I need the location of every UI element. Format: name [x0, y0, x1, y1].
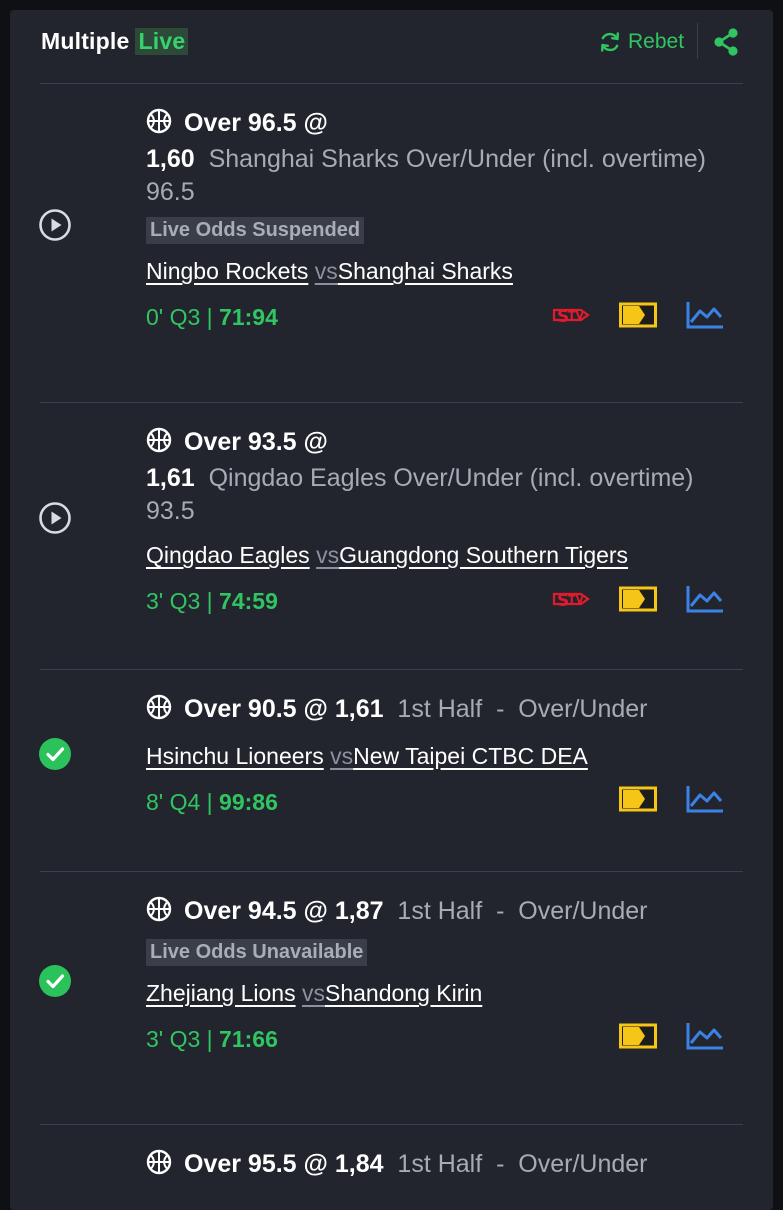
share-button[interactable] [712, 27, 740, 57]
vs-label: vs [316, 542, 340, 568]
market-name: 1st Half - Over/Under [397, 1150, 648, 1178]
market-name: 1st Half - Over/Under [397, 695, 648, 723]
match-clock: 8' Q4 | 99:86 [146, 789, 278, 815]
bet-leg: Over 95.5 @ 1,84 1st Half - Over/Under [10, 1125, 773, 1210]
bet-leg-content: Over 90.5 @ 1,61 1st Half - Over/Under H… [146, 693, 746, 821]
selection-line: Over 95.5 @ 1,84 1st Half - Over/Under [146, 1148, 746, 1184]
bet-leg: Over 96.5 @ 1,60 Shanghai Sharks Over/Un… [10, 84, 773, 402]
live-score-row: 3' Q3 | 71:66 [146, 1022, 746, 1058]
rebet-label: Rebet [628, 30, 685, 53]
match-teams: Qingdao Eagles vsGuangdong Southern Tige… [146, 542, 746, 574]
match-actions [591, 1022, 725, 1055]
live-score: 74:59 [219, 588, 278, 614]
game-time: 0' Q3 [146, 304, 201, 330]
play-icon[interactable] [38, 208, 72, 242]
odds: 1,61 [146, 464, 195, 492]
away-team-link[interactable]: Shandong Kirin [325, 980, 482, 1006]
selection-line: Over 93.5 @ 1,61 Qingdao Eagles Over/Und… [146, 426, 746, 528]
selection: Over 94.5 @ 1,87 [184, 897, 384, 925]
match-clock: 0' Q3 | 71:94 [146, 304, 278, 330]
odds: 1,60 [146, 145, 195, 173]
stats-chart-icon[interactable] [685, 1022, 725, 1055]
scoreboard-icon[interactable] [619, 586, 657, 617]
selection-line: Over 90.5 @ 1,61 1st Half - Over/Under [146, 693, 746, 729]
market-name: Shanghai Sharks Over/Under (incl. overti… [146, 145, 707, 206]
bet-leg-content: Over 93.5 @ 1,61 Qingdao Eagles Over/Und… [146, 426, 746, 620]
selection: Over 96.5 @ [184, 109, 328, 137]
won-check-icon [38, 737, 72, 771]
game-time: 8' Q4 [146, 789, 201, 815]
away-team-link[interactable]: New Taipei CTBC DEA [353, 743, 588, 769]
odds-status-badge: Live Odds Unavailable [146, 939, 368, 966]
away-team-link[interactable]: Guangdong Southern Tigers [339, 542, 628, 568]
basketball-icon [146, 108, 172, 143]
scoreboard-icon[interactable] [619, 302, 657, 333]
game-time: 3' Q3 [146, 588, 201, 614]
bet-slip-card: Multiple Live Rebet Over 96.5 @ 1,60 Sha… [10, 10, 773, 1210]
bet-leg: Over 94.5 @ 1,87 1st Half - Over/Under L… [10, 872, 773, 1124]
selection-line: Over 94.5 @ 1,87 1st Half - Over/Under [146, 895, 746, 931]
selection: Over 93.5 @ [184, 428, 328, 456]
page: Multiple Live Rebet Over 96.5 @ 1,60 Sha… [0, 0, 783, 1210]
bet-leg: Over 93.5 @ 1,61 Qingdao Eagles Over/Und… [10, 403, 773, 669]
odds-status-badge: Live Odds Suspended [146, 217, 365, 244]
streaming-tv-icon[interactable]: S TV [551, 584, 591, 619]
market-name: Qingdao Eagles Over/Under (incl. overtim… [146, 464, 694, 525]
svg-text:TV: TV [568, 593, 585, 606]
bet-type-title: Multiple Live [41, 28, 189, 55]
home-team-link[interactable]: Zhejiang Lions [146, 980, 296, 1006]
bet-type-label: Multiple [41, 28, 130, 54]
away-team-link[interactable]: Shanghai Sharks [338, 258, 513, 284]
stats-chart-icon[interactable] [685, 585, 725, 618]
rebet-button[interactable]: Rebet [598, 28, 684, 56]
live-badge: Live [135, 28, 189, 55]
svg-text:TV: TV [568, 309, 585, 322]
basketball-icon [146, 1149, 172, 1184]
scoreboard-icon[interactable] [619, 1023, 657, 1054]
bet-leg-content: Over 95.5 @ 1,84 1st Half - Over/Under [146, 1148, 746, 1184]
selection-line: Over 96.5 @ 1,60 Shanghai Sharks Over/Un… [146, 107, 746, 209]
match-actions: S TV [523, 584, 725, 619]
streaming-tv-icon[interactable]: S TV [551, 300, 591, 335]
basketball-icon [146, 427, 172, 462]
live-score-row: 0' Q3 | 71:94 S TV [146, 300, 746, 336]
live-score: 99:86 [219, 789, 278, 815]
bet-leg-content: Over 96.5 @ 1,60 Shanghai Sharks Over/Un… [146, 107, 746, 336]
play-icon[interactable] [38, 501, 72, 535]
basketball-icon [146, 694, 172, 729]
share-icon [714, 28, 738, 56]
match-actions: S TV [523, 300, 725, 335]
selection: Over 90.5 @ 1,61 [184, 695, 384, 723]
refresh-icon [601, 32, 619, 52]
game-time: 3' Q3 [146, 1026, 201, 1052]
bet-leg-content: Over 94.5 @ 1,87 1st Half - Over/Under L… [146, 895, 746, 1058]
match-teams: Zhejiang Lions vsShandong Kirin [146, 980, 746, 1012]
match-teams: Ningbo Rockets vsShanghai Sharks [146, 258, 746, 290]
stats-chart-icon[interactable] [685, 301, 725, 334]
vs-label: vs [330, 743, 354, 769]
header-divider [697, 23, 698, 59]
stats-chart-icon[interactable] [685, 785, 725, 818]
basketball-icon [146, 896, 172, 931]
market-name: 1st Half - Over/Under [397, 897, 648, 925]
home-team-link[interactable]: Qingdao Eagles [146, 542, 310, 568]
vs-label: vs [302, 980, 325, 1006]
selection: Over 95.5 @ 1,84 [184, 1150, 384, 1178]
vs-label: vs [314, 258, 338, 284]
scoreboard-icon[interactable] [619, 786, 657, 817]
match-actions [591, 785, 725, 818]
live-score-row: 3' Q3 | 74:59 S TV [146, 584, 746, 620]
bet-leg: Over 90.5 @ 1,61 1st Half - Over/Under H… [10, 670, 773, 870]
home-team-link[interactable]: Ningbo Rockets [146, 258, 308, 284]
live-score: 71:66 [219, 1026, 278, 1052]
home-team-link[interactable]: Hsinchu Lioneers [146, 743, 324, 769]
live-score: 71:94 [219, 304, 278, 330]
won-check-icon [38, 964, 72, 998]
live-score-row: 8' Q4 | 99:86 [146, 785, 746, 821]
match-clock: 3' Q3 | 71:66 [146, 1026, 278, 1052]
match-teams: Hsinchu Lioneers vsNew Taipei CTBC DEA [146, 743, 746, 775]
match-clock: 3' Q3 | 74:59 [146, 588, 278, 614]
bet-slip-header: Multiple Live Rebet [10, 10, 773, 84]
